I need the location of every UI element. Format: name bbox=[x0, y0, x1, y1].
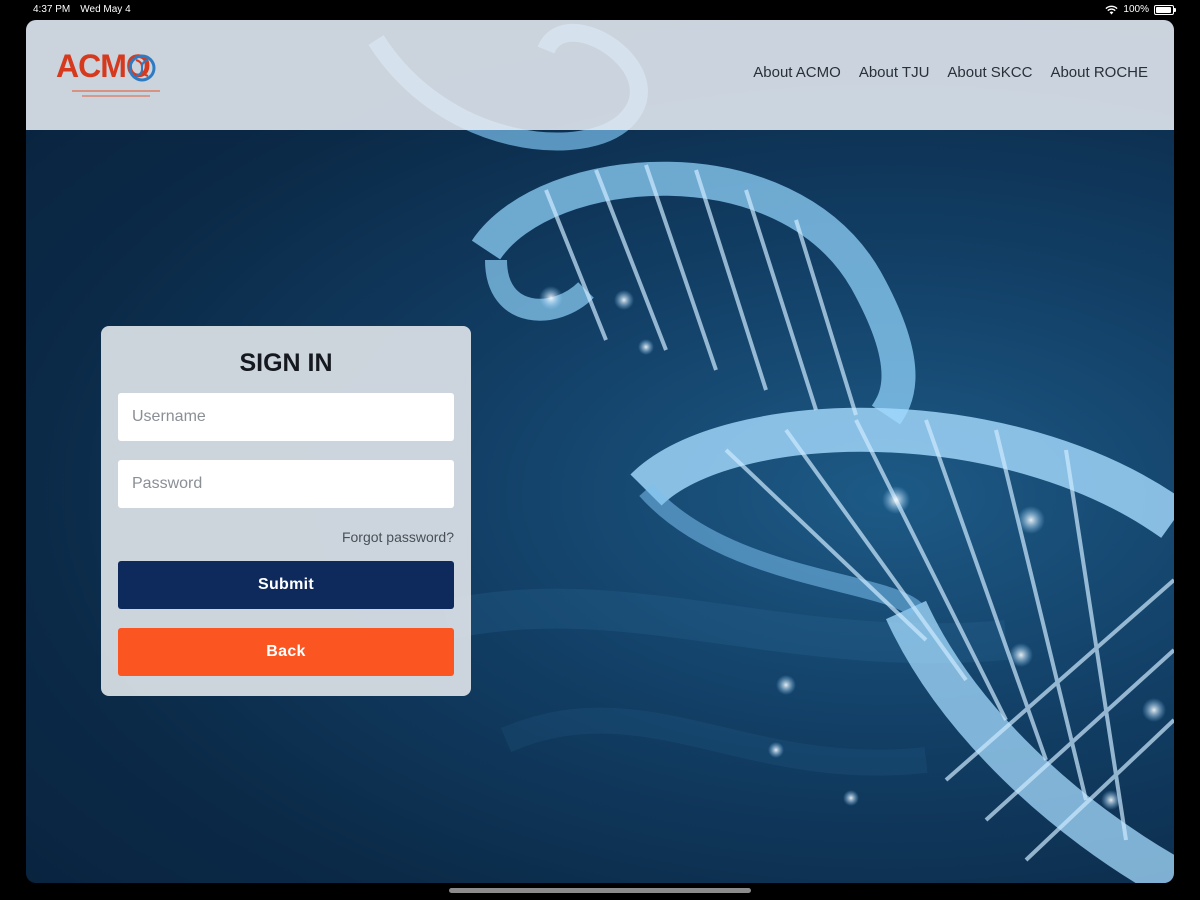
sign-in-card: SIGN IN Forgot password? Submit Back bbox=[101, 326, 471, 696]
username-input[interactable] bbox=[118, 393, 454, 441]
status-date: Wed May 4 bbox=[80, 4, 131, 15]
top-nav: About ACMO About TJU About SKCC About RO… bbox=[753, 64, 1148, 81]
battery-icon bbox=[1154, 4, 1176, 15]
dna-logo-icon bbox=[128, 54, 156, 82]
status-time: 4:37 PM bbox=[33, 4, 71, 15]
nav-about-roche[interactable]: About ROCHE bbox=[1050, 64, 1148, 81]
nav-about-skcc[interactable]: About SKCC bbox=[947, 64, 1032, 81]
logo-tagline-mark bbox=[72, 90, 160, 97]
ipad-device: 4:37 PM Wed May 4 100% ACMO About ACMO A… bbox=[0, 0, 1200, 900]
top-header: ACMO About ACMO About TJU About SKCC Abo… bbox=[26, 20, 1174, 130]
acmo-logo[interactable]: ACMO bbox=[56, 42, 166, 112]
status-left: 4:37 PM Wed May 4 bbox=[33, 4, 131, 15]
battery-percent: 100% bbox=[1123, 4, 1149, 15]
nav-about-acmo[interactable]: About ACMO bbox=[753, 64, 841, 81]
home-indicator[interactable] bbox=[449, 888, 751, 893]
nav-about-tju[interactable]: About TJU bbox=[859, 64, 930, 81]
status-right: 100% bbox=[1105, 4, 1176, 15]
password-input[interactable] bbox=[118, 460, 454, 508]
sign-in-title: SIGN IN bbox=[239, 349, 333, 377]
back-button[interactable]: Back bbox=[118, 628, 454, 676]
wifi-icon bbox=[1105, 5, 1119, 14]
submit-button[interactable]: Submit bbox=[118, 561, 454, 609]
app-screen: ACMO About ACMO About TJU About SKCC Abo… bbox=[26, 20, 1174, 883]
forgot-password-link[interactable]: Forgot password? bbox=[118, 528, 454, 546]
status-bar: 4:37 PM Wed May 4 100% bbox=[0, 0, 1200, 20]
